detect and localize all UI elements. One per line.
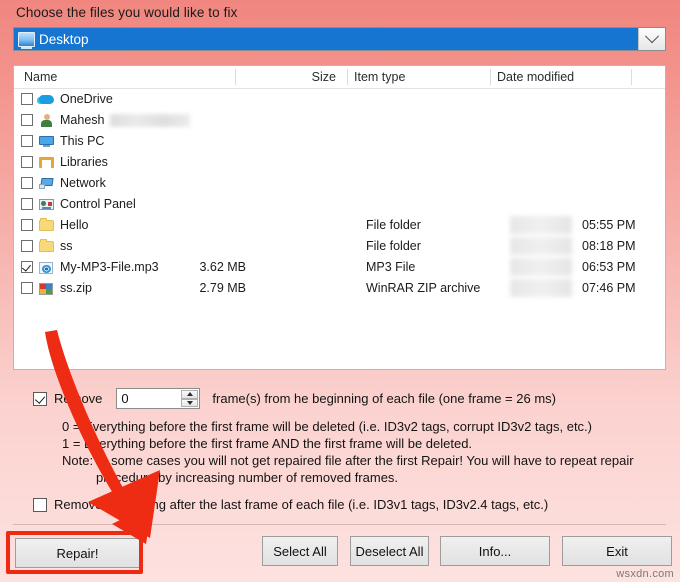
remove-frames-suffix: frame(s) from he beginning of each file …: [212, 391, 556, 406]
row-checkbox[interactable]: [21, 156, 33, 168]
table-row[interactable]: This PC: [14, 131, 665, 152]
column-header-name[interactable]: Name: [24, 66, 57, 88]
page-title: Choose the files you would like to fix: [16, 5, 238, 20]
table-row[interactable]: OneDrive: [14, 89, 665, 110]
info-button[interactable]: Info...: [440, 536, 550, 566]
network-icon: [39, 176, 54, 191]
cell-date-modified: 08:18 PM: [582, 239, 636, 253]
help-line-1: 1 = Everything before the first frame AN…: [62, 436, 473, 451]
cell-date-modified: 05:55 PM: [582, 218, 636, 232]
cell-name: Mahesh: [60, 113, 105, 127]
cell-item-type: MP3 File: [366, 260, 416, 274]
redacted-name-region: [110, 114, 190, 127]
cell-item-type: File folder: [366, 218, 421, 232]
mp3-file-icon: [39, 260, 54, 275]
column-header-date-modified[interactable]: Date modified: [497, 66, 574, 88]
table-row[interactable]: ss.zip 2.79 MB WinRAR ZIP archive 07:46 PM: [14, 278, 665, 299]
remove-after-last-frame-label: Remove everything after the last frame o…: [54, 497, 549, 512]
table-row[interactable]: Network: [14, 173, 665, 194]
row-checkbox[interactable]: [21, 240, 33, 252]
row-checkbox[interactable]: [21, 93, 33, 105]
table-row[interactable]: Mahesh: [14, 110, 665, 131]
row-checkbox[interactable]: [21, 135, 33, 147]
deselect-all-button[interactable]: Deselect All: [350, 536, 429, 566]
cell-name: Network: [60, 176, 106, 190]
folder-icon: [39, 239, 54, 254]
remove-frames-option: Remove frame(s) from he beginning of eac…: [33, 388, 556, 409]
this-pc-icon: [39, 134, 54, 149]
row-checkbox[interactable]: [21, 219, 33, 231]
cell-item-type: WinRAR ZIP archive: [366, 281, 481, 295]
cell-name: This PC: [60, 134, 105, 148]
stepper-down-icon[interactable]: [181, 398, 199, 407]
cell-name: ss: [60, 239, 73, 253]
row-checkbox[interactable]: [21, 282, 33, 294]
column-header-item-type[interactable]: Item type: [354, 66, 405, 88]
row-checkbox[interactable]: [21, 261, 33, 273]
footer-divider: [13, 524, 666, 525]
location-combobox-value: Desktop: [39, 31, 89, 47]
exit-button[interactable]: Exit: [562, 536, 672, 566]
select-all-button[interactable]: Select All: [262, 536, 338, 566]
location-combobox[interactable]: Desktop: [13, 27, 666, 51]
cell-name: Control Panel: [60, 197, 136, 211]
cell-date-modified: 06:53 PM: [582, 260, 636, 274]
remove-after-last-frame-checkbox[interactable]: [33, 497, 47, 512]
chevron-down-icon[interactable]: [638, 28, 665, 50]
cell-item-type: File folder: [366, 239, 421, 253]
help-text: 0 = Everything before the first frame wi…: [62, 418, 662, 486]
cell-size: 2.79 MB: [199, 281, 246, 295]
site-watermark: wsxdn.com: [616, 568, 674, 580]
table-row[interactable]: Control Panel: [14, 194, 665, 215]
winrar-zip-icon: [39, 281, 54, 296]
cell-name: Libraries: [60, 155, 108, 169]
frames-stepper[interactable]: [116, 388, 201, 409]
table-row[interactable]: ss File folder 08:18 PM: [14, 236, 665, 257]
redacted-date-region: [510, 279, 572, 297]
control-panel-icon: [39, 197, 54, 212]
repair-button-highlight: [6, 531, 143, 574]
file-list-header: Name Size Item type Date modified: [14, 66, 665, 89]
libraries-icon: [39, 155, 54, 170]
user-icon: [39, 113, 54, 128]
onedrive-icon: [39, 92, 54, 107]
cell-name: My-MP3-File.mp3: [60, 260, 159, 274]
folder-icon: [39, 218, 54, 233]
row-checkbox[interactable]: [21, 177, 33, 189]
remove-frames-label: Remove: [54, 391, 103, 406]
cell-name: ss.zip: [60, 281, 92, 295]
redacted-date-region: [510, 258, 572, 276]
column-header-size[interactable]: Size: [276, 66, 336, 88]
stepper-up-icon[interactable]: [181, 390, 199, 399]
help-line-2: Note: In some cases you will not get rep…: [62, 453, 634, 468]
redacted-date-region: [510, 216, 572, 234]
cell-name: Hello: [60, 218, 89, 232]
cell-date-modified: 07:46 PM: [582, 281, 636, 295]
mp3-repair-dialog: Choose the files you would like to fix D…: [0, 0, 680, 582]
frames-input[interactable]: [117, 389, 182, 408]
row-checkbox[interactable]: [21, 114, 33, 126]
remove-frames-checkbox[interactable]: [33, 391, 47, 406]
row-checkbox[interactable]: [21, 198, 33, 210]
table-row[interactable]: My-MP3-File.mp3 3.62 MB MP3 File 06:53 PM: [14, 257, 665, 278]
cell-name: OneDrive: [60, 92, 113, 106]
remove-after-last-frame-option: Remove everything after the last frame o…: [33, 497, 548, 512]
desktop-icon: [18, 31, 35, 49]
file-list[interactable]: Name Size Item type Date modified OneDri…: [13, 65, 666, 370]
table-row[interactable]: Libraries: [14, 152, 665, 173]
table-row[interactable]: Hello File folder 05:55 PM: [14, 215, 665, 236]
location-combobox-field[interactable]: Desktop: [14, 28, 638, 50]
help-line-0: 0 = Everything before the first frame wi…: [62, 419, 592, 434]
file-list-rows: OneDrive Mahesh This PC Libraries Network Con…: [14, 89, 665, 299]
redacted-date-region: [510, 237, 572, 255]
help-line-3: procedure by increasing number of remove…: [96, 470, 399, 485]
cell-size: 3.62 MB: [199, 260, 246, 274]
